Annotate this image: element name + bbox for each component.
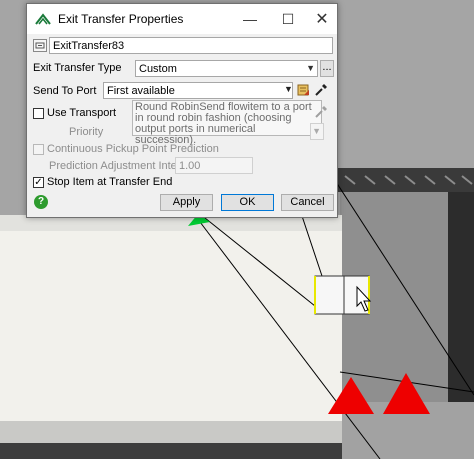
- chevron-down-icon: ▼: [306, 63, 315, 73]
- priority-chevron-down-icon: ▼: [312, 126, 321, 136]
- maximize-button[interactable]: ☐: [273, 4, 303, 34]
- prediction-interval-input: 1.00: [175, 157, 253, 174]
- priority-select: ▼: [310, 123, 324, 140]
- minimize-button[interactable]: —: [235, 4, 265, 34]
- prediction-interval-label: Prediction Adjustment Interval: [49, 160, 195, 172]
- exit-transfer-properties-dialog: Exit Transfer Properties — ☐ ✕ ExitTrans…: [26, 3, 338, 218]
- object-icon[interactable]: [33, 39, 47, 52]
- stop-item-label: Stop Item at Transfer End: [47, 176, 173, 188]
- help-icon: ?: [37, 196, 45, 207]
- send-to-port-chevron-down-icon[interactable]: ▼: [284, 84, 293, 94]
- transport-eyedropper-icon: [315, 106, 327, 118]
- scroll-icon[interactable]: [296, 83, 310, 97]
- send-to-port-select[interactable]: First available: [103, 82, 293, 99]
- send-to-port-value: First available: [107, 85, 175, 97]
- title-bar[interactable]: Exit Transfer Properties — ☐ ✕: [27, 4, 337, 34]
- object-name-input[interactable]: ExitTransfer83: [49, 37, 333, 54]
- continuous-pickup-checkbox[interactable]: [33, 144, 44, 155]
- eyedropper-icon[interactable]: [314, 83, 328, 97]
- ok-button[interactable]: OK: [221, 194, 274, 211]
- close-button[interactable]: ✕: [307, 4, 337, 34]
- app-icon: [35, 13, 51, 25]
- window-title: Exit Transfer Properties: [58, 12, 184, 26]
- priority-label: Priority: [69, 126, 104, 138]
- conveyor-bottom: [0, 443, 342, 459]
- continuous-pickup-label: Continuous Pickup Point Prediction: [47, 143, 219, 155]
- apply-button[interactable]: Apply: [160, 194, 213, 211]
- exit-transfer-type-value: Custom: [139, 63, 177, 75]
- help-button[interactable]: ?: [34, 195, 48, 209]
- send-to-port-tooltip: Round RobinSend flowitem to a port in ro…: [132, 100, 322, 146]
- exit-transfer-type-select[interactable]: Custom ▼: [135, 60, 318, 77]
- exit-transfer-type-more-button[interactable]: ...: [320, 60, 334, 77]
- send-to-port-label: Send To Port: [33, 85, 97, 97]
- floor-bottom-band: [0, 421, 342, 443]
- exit-transfer-type-label: Exit Transfer Type: [33, 62, 122, 74]
- stop-item-checkbox[interactable]: ✓: [33, 177, 44, 188]
- use-transport-checkbox[interactable]: [33, 108, 44, 119]
- use-transport-label: Use Transport: [47, 107, 117, 119]
- floor-plane: [0, 215, 342, 421]
- cancel-button[interactable]: Cancel: [281, 194, 334, 211]
